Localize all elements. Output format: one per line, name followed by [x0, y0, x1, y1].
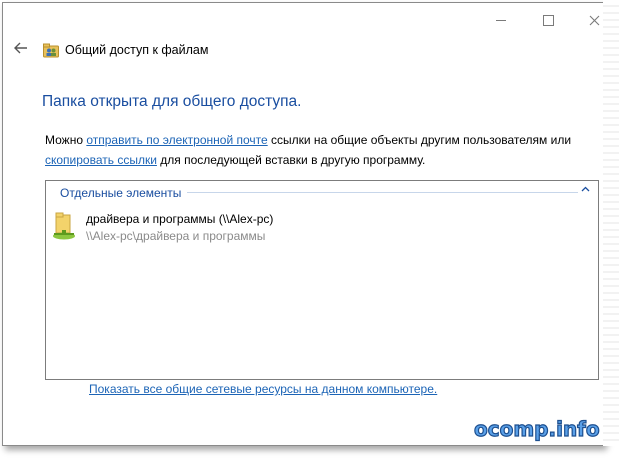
group-header[interactable]: Отдельные элементы: [60, 186, 188, 200]
page-heading: Папка открыта для общего доступа.: [42, 93, 302, 110]
window-title: Общий доступ к файлам: [65, 43, 209, 57]
show-all-shares-link[interactable]: Показать все общие сетевые ресурсы на да…: [89, 382, 437, 396]
shared-folder-icon: [52, 211, 78, 241]
maximize-button[interactable]: [525, 9, 571, 31]
shared-items-list[interactable]: Отдельные элементы драйвера и программы …: [45, 180, 599, 380]
description-text: Можно отправить по электронной почте ссы…: [45, 130, 595, 170]
back-button[interactable]: [11, 41, 31, 59]
desc-prefix: Можно: [45, 133, 87, 147]
item-name: драйвера и программы (\\Alex-pc): [86, 212, 274, 226]
list-item[interactable]: драйвера и программы (\\Alex-pc) \\Alex-…: [52, 211, 452, 247]
watermark-logo: ocomp.info: [472, 414, 612, 444]
group-divider: [186, 192, 578, 193]
back-arrow-icon: [14, 42, 27, 54]
share-dialog-window: Общий доступ к файлам Папка открыта для …: [2, 2, 604, 446]
copy-link[interactable]: скопировать ссылки: [45, 153, 157, 167]
close-icon: [589, 15, 599, 25]
maximize-icon: [542, 14, 554, 26]
torn-edge: [603, 0, 619, 446]
minimize-button[interactable]: [478, 9, 524, 31]
email-link[interactable]: отправить по электронной почте: [86, 133, 267, 147]
chevron-up-icon[interactable]: [581, 184, 590, 195]
file-sharing-icon: [43, 43, 59, 58]
desc-middle: ссылки на общие объекты другим пользоват…: [267, 133, 572, 147]
watermark-text: ocomp.info: [474, 417, 600, 441]
minimize-icon: [496, 19, 506, 21]
item-path: \\Alex-pc\драйвера и программы: [86, 229, 266, 243]
desc-suffix: для последующей вставки в другую програм…: [156, 153, 426, 167]
